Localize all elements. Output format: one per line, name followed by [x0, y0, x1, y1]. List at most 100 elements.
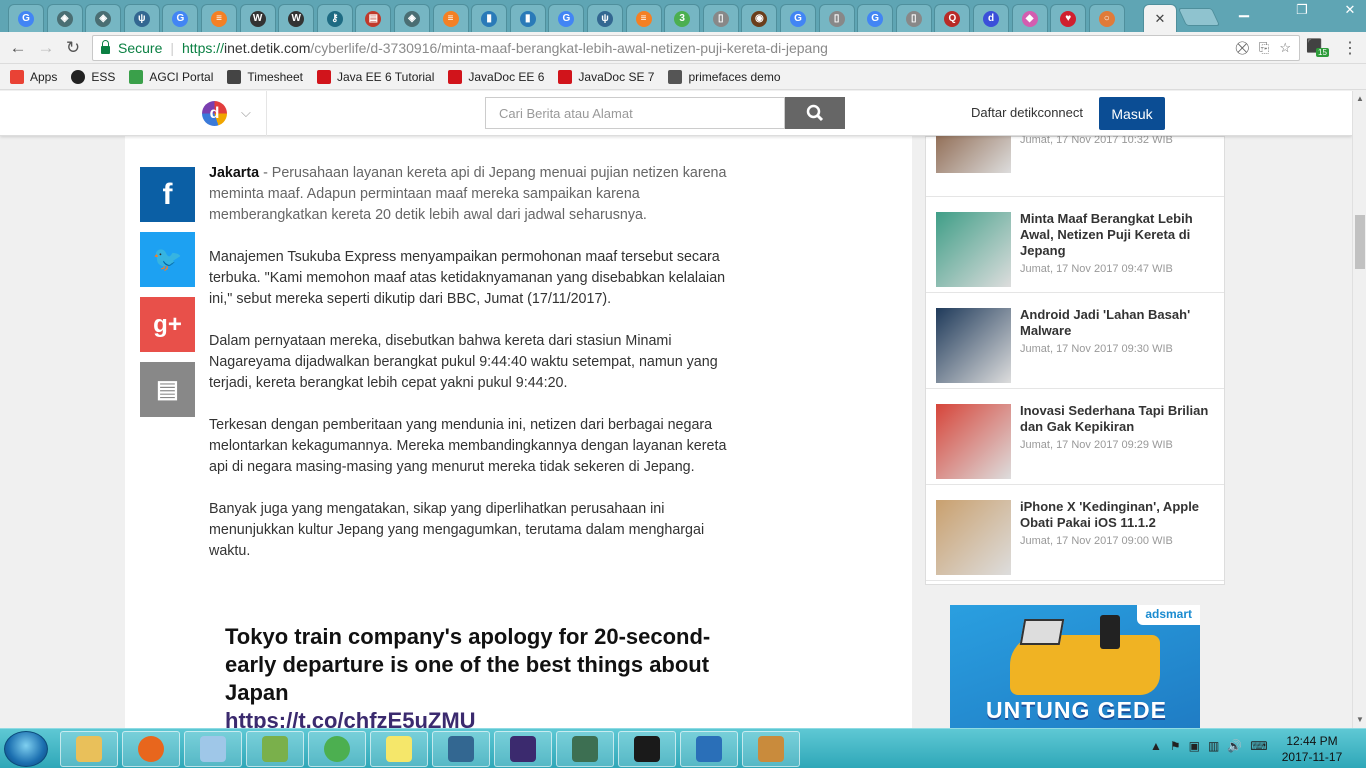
translate-icon[interactable]: ⎘ — [1259, 40, 1269, 56]
browser-tab[interactable]: d — [973, 4, 1009, 32]
sidebar-news-title[interactable]: Android Jadi 'Lahan Basah' Malware — [1020, 307, 1218, 339]
scroll-up-icon[interactable]: ▲ — [1356, 94, 1364, 103]
close-tab-icon[interactable]: ✕ — [1155, 11, 1166, 27]
taskbar-app-button[interactable] — [618, 731, 676, 767]
detik-logo[interactable]: d — [202, 101, 227, 126]
browser-tab[interactable]: ≡ — [201, 4, 237, 32]
browser-tab[interactable]: ψ — [123, 4, 160, 32]
extension-icon[interactable]: ⬛ 15 — [1306, 38, 1329, 58]
cookie-blocked-icon[interactable]: ⛒ — [1236, 40, 1249, 56]
browser-tab[interactable]: G — [162, 4, 199, 32]
browser-tab[interactable]: G — [857, 4, 894, 32]
browser-tab[interactable]: G — [780, 4, 816, 32]
browser-tab[interactable]: G — [8, 4, 44, 32]
sidebar-news-item[interactable]: Minta Maaf Berangkat Lebih Awal, Netizen… — [926, 197, 1224, 293]
bookmark-item[interactable]: Java EE 6 Tutorial — [316, 69, 434, 84]
comment-button[interactable]: ▤ — [140, 362, 195, 417]
action-center-icon[interactable]: ⚑ — [1170, 739, 1181, 753]
taskbar-app-button[interactable] — [184, 731, 242, 767]
page-scrollbar[interactable]: ▲ ▼ — [1352, 91, 1366, 728]
googleplus-share-button[interactable]: g+ — [140, 297, 195, 352]
bookmark-item[interactable]: primefaces demo — [668, 69, 781, 84]
browser-tab[interactable]: ▯ — [702, 4, 739, 32]
sidebar-news-item[interactable]: Inovasi Sederhana Tapi Brilian dan Gak K… — [926, 389, 1224, 485]
tray-expand-icon[interactable]: ▲ — [1150, 739, 1162, 753]
taskbar-app-button[interactable] — [370, 731, 428, 767]
chevron-down-icon[interactable]: ⌵ — [241, 105, 251, 121]
browser-tab[interactable]: ≡ — [625, 4, 662, 32]
reload-button[interactable]: ↻ — [63, 38, 83, 58]
maximize-button[interactable]: ❐ — [1288, 0, 1316, 20]
browser-tab[interactable]: ◆ — [1011, 4, 1048, 32]
scroll-down-icon[interactable]: ▼ — [1356, 715, 1364, 724]
register-link[interactable]: Daftar detikconnect — [971, 105, 1083, 120]
browser-tab[interactable]: ◈ — [394, 4, 430, 32]
browser-tab[interactable]: ♥ — [1050, 4, 1087, 32]
forward-button[interactable]: → — [36, 38, 56, 58]
keyboard-icon[interactable]: ⌨ — [1250, 739, 1267, 753]
taskbar-app-button[interactable] — [308, 731, 366, 767]
bookmark-item[interactable]: JavaDoc EE 6 — [448, 69, 544, 84]
browser-tab[interactable]: ▯ — [818, 4, 855, 32]
login-button[interactable]: Masuk — [1099, 97, 1165, 130]
bookmark-item[interactable]: AGCI Portal — [129, 69, 213, 84]
bookmark-item[interactable]: JavaDoc SE 7 — [558, 69, 654, 84]
new-tab-button[interactable] — [1177, 8, 1221, 26]
secure-indicator[interactable]: Secure — [101, 40, 162, 56]
bookmark-star-icon[interactable]: ☆ — [1279, 40, 1291, 56]
explorer-icon — [76, 736, 102, 762]
bookmark-item[interactable]: Apps — [10, 69, 57, 84]
taskbar-clock[interactable]: 12:44 PM 2017-11-17 — [1272, 733, 1352, 765]
browser-tab[interactable]: W — [239, 4, 276, 32]
minimize-button[interactable]: ▁ — [1230, 0, 1258, 20]
browser-tab[interactable]: ○ — [1088, 4, 1125, 32]
sidebar-news-title[interactable]: iPhone X 'Kedinginan', Apple Obati Pakai… — [1020, 499, 1218, 531]
twitter-share-button[interactable]: 🐦 — [140, 232, 195, 287]
browser-tab[interactable]: Q — [934, 4, 971, 32]
facebook-share-button[interactable]: f — [140, 167, 195, 222]
taskbar-app-button[interactable] — [122, 731, 180, 767]
bookmark-item[interactable]: Timesheet — [227, 69, 303, 84]
browser-tab[interactable]: ◈ — [46, 4, 83, 32]
menu-kebab-icon[interactable]: ⋮ — [1342, 38, 1358, 58]
search-input[interactable]: Cari Berita atau Alamat — [485, 97, 785, 129]
taskbar-app-button[interactable] — [60, 731, 118, 767]
back-button[interactable]: ← — [8, 38, 28, 58]
browser-tab[interactable]: ▮ — [471, 4, 508, 32]
taskbar-app-button[interactable] — [680, 731, 738, 767]
scrollbar-thumb[interactable] — [1355, 215, 1365, 269]
browser-tab[interactable]: W — [278, 4, 315, 32]
taskbar-app-button[interactable] — [494, 731, 552, 767]
start-button[interactable] — [4, 731, 48, 767]
sidebar-news-title[interactable]: Minta Maaf Berangkat Lebih Awal, Netizen… — [1020, 211, 1218, 259]
browser-tab[interactable]: ▮ — [509, 4, 546, 32]
taskbar-app-button[interactable] — [556, 731, 614, 767]
advertisement-banner[interactable]: adsmart UNTUNG GEDE — [950, 605, 1200, 728]
network-icon[interactable]: ▥ — [1208, 739, 1219, 753]
tray-app-icon[interactable]: ▣ — [1189, 739, 1200, 753]
tweet-link[interactable]: https://t.co/chfzE5uZMU — [225, 707, 725, 728]
sidebar-news-item[interactable]: Android Jadi 'Lahan Basah' Malware Jumat,… — [926, 293, 1224, 389]
browser-tab[interactable]: ▯ — [895, 4, 932, 32]
browser-tab-strip: ▁ ❐ ✕ G ◈ ◈ ψ G ≡ W W ⚷ ▤ ◈ ≡ ▮ ▮ Gψ ≡ 3 ▯ ◉ G ▯ G ▯ Qd ◆ ♥ ○ ✕ — [0, 0, 1366, 32]
taskbar-app-button[interactable] — [432, 731, 490, 767]
browser-tab-active[interactable]: ✕ — [1143, 4, 1177, 32]
browser-tab[interactable]: 3 — [664, 4, 701, 32]
browser-tab[interactable]: ψ — [587, 4, 623, 32]
browser-tab[interactable]: ⚷ — [316, 4, 353, 32]
browser-tab[interactable]: ≡ — [432, 4, 469, 32]
search-button[interactable] — [785, 97, 845, 129]
wikipedia-icon: W — [249, 10, 266, 27]
browser-tab[interactable]: ◉ — [741, 4, 778, 32]
bookmark-item[interactable]: ESS — [71, 69, 115, 84]
sidebar-news-title[interactable]: Inovasi Sederhana Tapi Brilian dan Gak K… — [1020, 403, 1218, 435]
taskbar-app-button[interactable] — [246, 731, 304, 767]
sidebar-news-item[interactable]: iPhone X 'Kedinginan', Apple Obati Pakai… — [926, 485, 1224, 581]
browser-tab[interactable]: G — [548, 4, 585, 32]
browser-tab[interactable]: ▤ — [355, 4, 392, 32]
volume-icon[interactable]: 🔊 — [1227, 739, 1242, 753]
taskbar-app-button[interactable] — [742, 731, 800, 767]
address-bar[interactable]: Secure | https://inet.detik.com/cyberlif… — [92, 35, 1300, 61]
browser-tab[interactable]: ◈ — [85, 4, 122, 32]
close-window-button[interactable]: ✕ — [1336, 0, 1364, 20]
